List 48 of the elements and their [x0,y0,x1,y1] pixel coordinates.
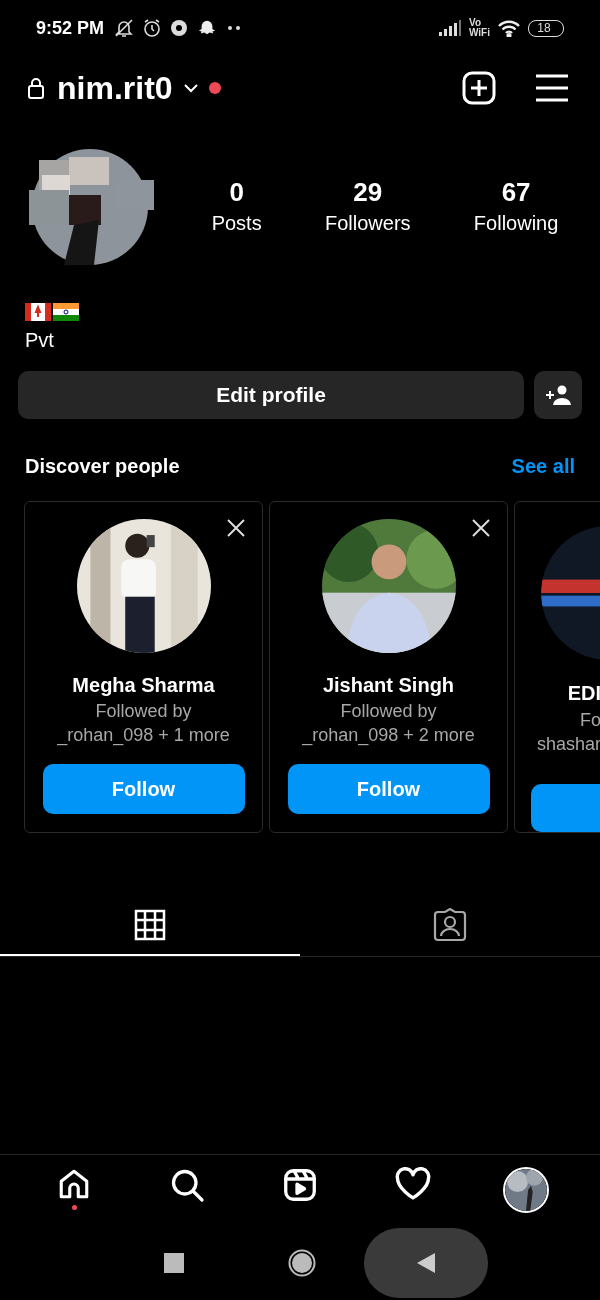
stat-count: 0 [229,176,244,209]
search-icon[interactable] [169,1167,206,1203]
more-dots-icon [228,26,241,30]
tagged-person-icon [433,907,467,942]
suggested-name: Jishant Singh [322,673,455,698]
home-circle-icon[interactable] [288,1249,316,1277]
mutuals-text: shashar [536,733,600,756]
grid-icon [134,908,166,941]
wifi-icon [498,19,520,37]
ghost-icon [198,19,217,37]
close-icon[interactable] [226,518,246,538]
stat-label[interactable]: Following [473,209,559,237]
followed-by-text: Followed by [340,700,437,723]
profile-avatar[interactable] [502,1167,549,1213]
menu-icon[interactable] [536,74,568,102]
add-person-button[interactable] [534,371,582,419]
alarm-icon [142,18,163,38]
see-all-link[interactable]: See all [511,451,575,481]
signal-icon [439,20,461,36]
chevron-down-icon[interactable] [182,83,199,93]
username-title[interactable]: nim.rit0 [57,64,173,112]
bell-off-icon [114,18,135,38]
vowifi-label: WiFi [469,28,490,38]
suggested-name: EDI [567,681,600,706]
reels-icon[interactable] [282,1167,318,1203]
mutuals-text: _rohan_098 + 2 more [302,724,475,747]
canada-flag-icon [25,303,51,321]
followed-by-text: Followed by [95,700,192,723]
mutuals-text: _rohan_098 + 1 more [57,724,230,747]
vowifi-label: Vo [469,18,483,28]
status-time: 9:52 PM [36,16,105,40]
stat-count: 67 [501,176,531,209]
back-icon [417,1253,435,1273]
india-flag-icon [53,303,79,321]
heart-icon[interactable] [393,1167,432,1201]
stat-count: 29 [353,176,383,209]
add-person-icon [545,385,571,405]
edit-profile-button[interactable]: Edit profile [18,371,524,419]
stat-label[interactable]: Posts [211,209,262,237]
suggested-name: Megha Sharma [72,673,215,698]
bio-text: Pvt [24,328,55,353]
lock-icon [27,77,45,99]
battery-indicator: 18 [528,19,564,37]
stat-label[interactable]: Followers [324,209,411,237]
followed-by-text: Fo [580,709,600,732]
section-title: Discover people [25,454,180,479]
add-post-icon[interactable] [462,71,496,105]
close-icon[interactable] [471,518,491,538]
